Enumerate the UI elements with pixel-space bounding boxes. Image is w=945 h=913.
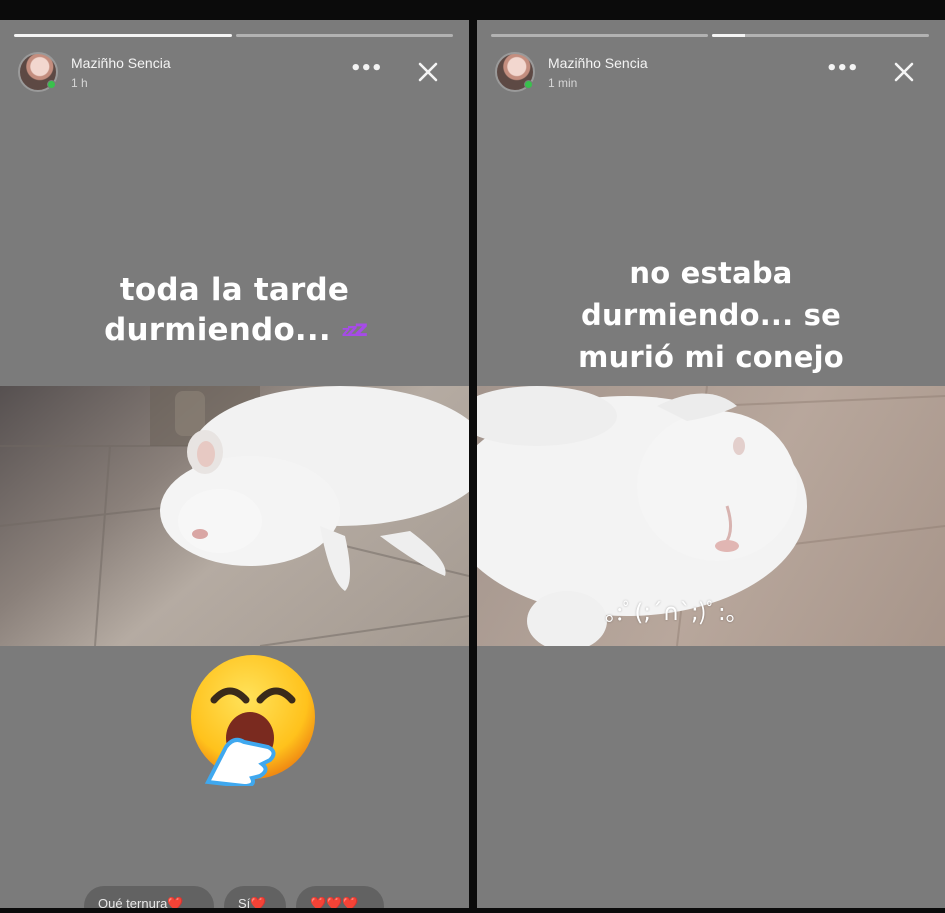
avatar[interactable] [18,52,58,92]
quick-replies: Qué ternura❤️ Sí❤️ ❤️❤️❤️ [84,886,384,908]
yawning-face-emoji [191,655,315,786]
bottom-black-bar [0,908,945,913]
post-time: 1 h [71,76,88,90]
progress-segment [235,34,453,37]
story-header: Maziñho Sencia 1 h ••• [18,52,451,96]
kaomoji-overlay: ｡:ﾟ(;´∩`;)ﾟ:｡ [605,600,738,626]
progress-segment [712,34,929,37]
story-progress [14,34,453,37]
story-panel-left[interactable]: Maziñho Sencia 1 h ••• toda la tarde dur… [0,20,469,908]
story-caption: no estaba durmiendo... se murió mi conej… [477,252,945,378]
online-status-badge [47,80,56,89]
story-panel-right[interactable]: Maziñho Sencia 1 min ••• no estaba durmi… [477,20,945,908]
author-name[interactable]: Maziñho Sencia [71,55,171,71]
close-icon[interactable] [891,57,917,87]
online-status-badge [524,80,533,89]
caption-line: toda la tarde [119,272,350,308]
progress-segment [14,34,232,37]
caption-line: murió mi conejo [578,340,844,375]
story-header: Maziñho Sencia 1 min ••• [495,52,927,96]
story-caption: toda la tarde durmiendo... zzz [0,270,469,351]
avatar[interactable] [495,52,535,92]
caption-line: durmiendo... se [581,298,841,333]
quick-reply-chip[interactable]: Qué ternura❤️ [84,886,214,908]
author-name[interactable]: Maziñho Sencia [548,55,648,71]
panel-divider [469,0,477,913]
close-icon[interactable] [415,57,441,87]
more-options-icon[interactable]: ••• [350,60,383,84]
progress-segment [491,34,708,37]
post-time: 1 min [548,76,578,90]
story-photo [0,386,469,646]
caption-line: no estaba [629,256,793,290]
story-progress [491,34,929,37]
zzz-icon: zzz [341,316,368,343]
quick-reply-chip[interactable]: Sí❤️ [224,886,286,908]
quick-reply-chip[interactable]: ❤️❤️❤️ [296,886,384,908]
story-photo: ｡:ﾟ(;´∩`;)ﾟ:｡ [477,386,945,646]
rabbit-photo [0,386,469,646]
caption-line: durmiendo... zzz [104,312,368,349]
more-options-icon[interactable]: ••• [826,60,859,84]
